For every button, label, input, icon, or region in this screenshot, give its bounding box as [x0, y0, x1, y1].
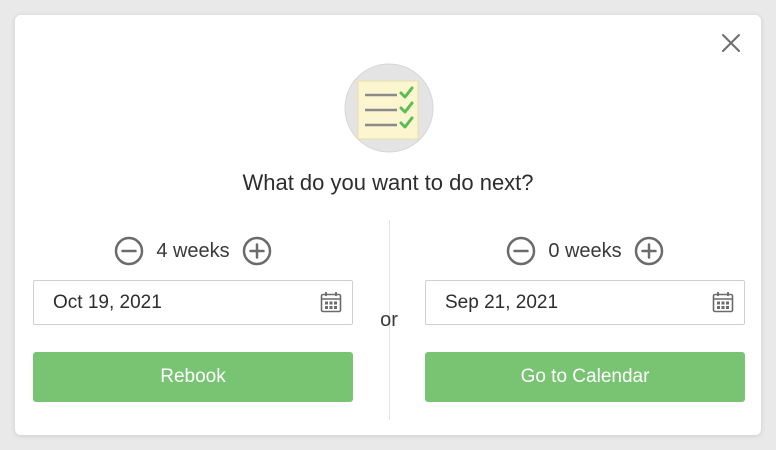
decrement-weeks-button[interactable] [506, 236, 536, 266]
rebook-column: 4 weeks Oct 19, 2021 Rebook [33, 235, 353, 402]
calendar-date-input[interactable] [426, 281, 706, 324]
rebook-date-field [33, 280, 353, 325]
weeks-value: 4 weeks [156, 239, 230, 262]
minus-circle-icon [115, 236, 144, 266]
calendar-icon [320, 292, 342, 313]
calendar-picker-button[interactable] [712, 291, 734, 313]
close-icon [722, 34, 740, 52]
or-separator: or [380, 309, 398, 331]
decrement-weeks-button[interactable] [114, 236, 144, 266]
checklist-icon [344, 63, 434, 153]
next-step-dialog: What do you want to do next? or 4 weeks [15, 15, 761, 435]
go-to-calendar-button[interactable]: Go to Calendar [425, 352, 745, 402]
calendar-icon [712, 292, 734, 313]
calendar-column: 0 weeks Sep 21, 2021 Go to Calendar [425, 235, 745, 402]
calendar-picker-button[interactable] [320, 291, 342, 313]
close-button[interactable] [721, 33, 741, 53]
weeks-stepper-rebook: 4 weeks [33, 235, 353, 267]
calendar-date-field [425, 280, 745, 325]
weeks-stepper-calendar: 0 weeks [425, 235, 745, 267]
plus-circle-icon [634, 236, 663, 266]
rebook-date-input[interactable] [34, 281, 314, 324]
dialog-title: What do you want to do next? [242, 170, 534, 195]
hero-illustration [344, 63, 434, 153]
increment-weeks-button[interactable] [634, 236, 664, 266]
increment-weeks-button[interactable] [242, 236, 272, 266]
rebook-button[interactable]: Rebook [33, 352, 353, 402]
minus-circle-icon [507, 236, 536, 266]
weeks-value: 0 weeks [548, 239, 622, 262]
plus-circle-icon [242, 236, 271, 266]
